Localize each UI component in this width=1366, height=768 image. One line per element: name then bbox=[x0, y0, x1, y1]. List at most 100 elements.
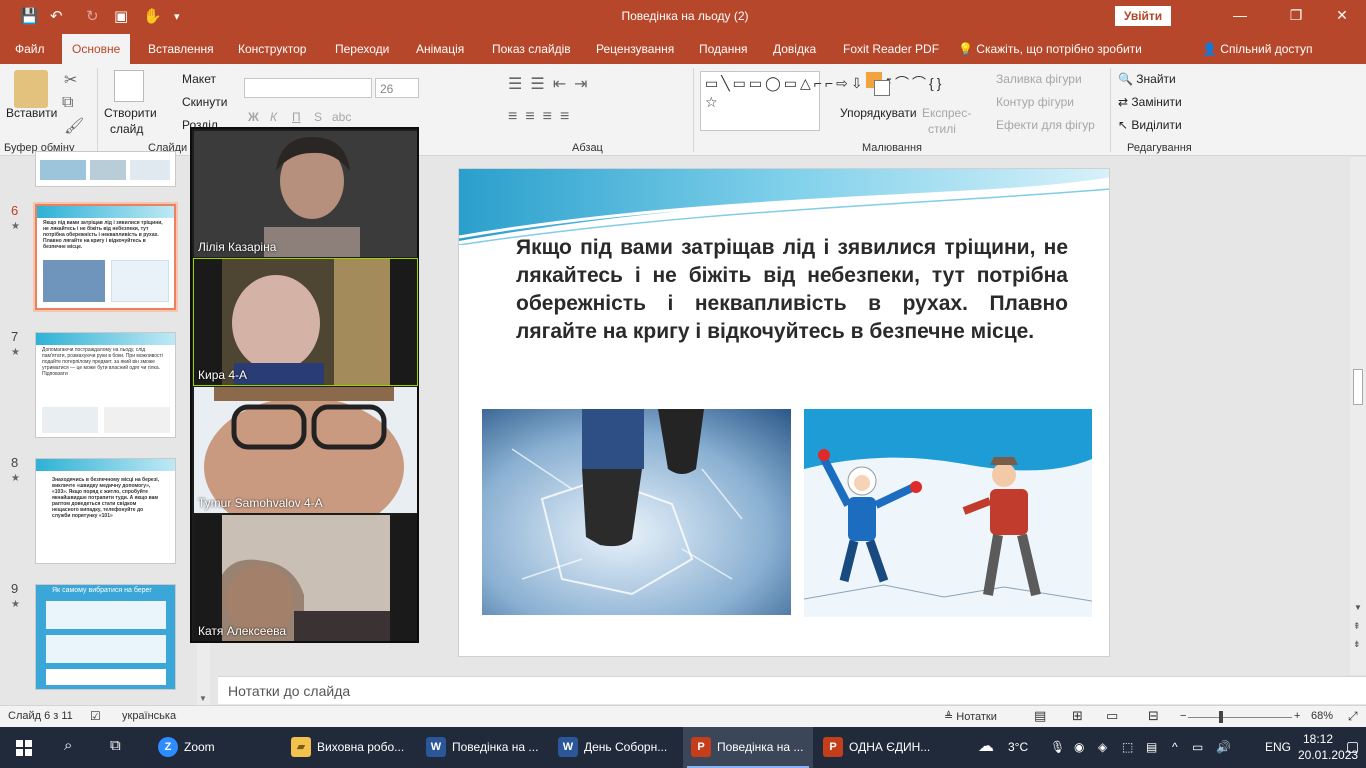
minimize-button[interactable]: — bbox=[1230, 7, 1250, 23]
zoom-out-icon[interactable]: − bbox=[1180, 710, 1186, 722]
task-view-icon[interactable]: ⧉ bbox=[110, 737, 121, 754]
slide-thumbnail-9[interactable]: Як самому вибратися на берег bbox=[35, 584, 176, 690]
search-icon[interactable]: ⌕ bbox=[64, 737, 72, 754]
previous-slide-icon[interactable]: ⇞ bbox=[1353, 621, 1361, 632]
arrange-icon[interactable] bbox=[866, 72, 892, 98]
new-slide-button-line2[interactable]: слайд bbox=[110, 122, 143, 136]
format-painter-icon[interactable]: 🖌 bbox=[64, 116, 84, 136]
zoom-slider[interactable] bbox=[1188, 717, 1292, 718]
shadow-button[interactable]: abc bbox=[332, 110, 351, 124]
tab-foxit[interactable]: Foxit Reader PDF bbox=[843, 42, 939, 56]
tab-file[interactable]: Файл bbox=[15, 42, 45, 56]
shapes-gallery[interactable]: ▭╲▭▭◯▭△⌐⌐⇨⇩⇨↺⌒⌒{}☆ bbox=[700, 71, 941, 131]
font-size-input[interactable]: 26 bbox=[375, 78, 419, 98]
clock-time[interactable]: 18:12 bbox=[1303, 732, 1333, 746]
scrollbar-thumb[interactable] bbox=[1353, 369, 1363, 405]
find-button[interactable]: 🔍 Знайти bbox=[1118, 72, 1176, 86]
quick-styles-button-line2[interactable]: стилі bbox=[928, 122, 956, 136]
next-slide-icon[interactable]: ⇟ bbox=[1353, 639, 1361, 650]
notes-pane[interactable]: Нотатки до слайда bbox=[218, 676, 1366, 704]
zoom-slider-thumb[interactable] bbox=[1219, 711, 1223, 723]
slideshow-view-icon[interactable]: ⊟ bbox=[1148, 708, 1159, 724]
underline-button[interactable]: П bbox=[292, 110, 301, 124]
shape-fill-button[interactable]: Заливка фігури bbox=[996, 72, 1082, 86]
video-tile[interactable]: Лілія Казаріна bbox=[194, 131, 417, 257]
slide-thumbnail-5[interactable] bbox=[35, 151, 176, 187]
shape-effects-button[interactable]: Ефекти для фігур bbox=[996, 118, 1095, 132]
close-button[interactable]: ✕ bbox=[1332, 7, 1352, 24]
italic-button[interactable]: К bbox=[270, 110, 277, 124]
slide-sorter-icon[interactable]: ⊞ bbox=[1072, 708, 1083, 724]
align-icon[interactable]: ≡≡≡≡ bbox=[508, 108, 577, 126]
input-language[interactable]: ENG bbox=[1265, 740, 1291, 754]
video-tile[interactable]: Кира 4-А bbox=[193, 258, 418, 386]
replace-button[interactable]: ⇄ Замінити bbox=[1118, 95, 1182, 109]
tray-app-icon[interactable]: ⬚ bbox=[1122, 740, 1133, 754]
taskbar-powerpoint-active[interactable]: P Поведінка на ... bbox=[683, 727, 813, 768]
quick-styles-button[interactable]: Експрес- bbox=[922, 106, 971, 120]
layout-button[interactable]: Макет bbox=[182, 72, 216, 86]
zoom-video-panel[interactable]: Лілія Казаріна Кира 4-А Tymur Samohvalov… bbox=[190, 127, 419, 643]
microphone-icon[interactable]: 🎙 bbox=[1050, 740, 1065, 754]
touch-mode-icon[interactable]: ✋ bbox=[143, 7, 162, 25]
weather-temp[interactable]: 3°C bbox=[1008, 740, 1028, 754]
taskbar-explorer[interactable]: ▰ Виховна робо... bbox=[283, 727, 413, 768]
chevron-up-icon[interactable]: ^ bbox=[1172, 740, 1178, 754]
slide-canvas[interactable]: Якщо під вами затріщав лід і зявилися тр… bbox=[458, 168, 1110, 657]
font-name-input[interactable] bbox=[244, 78, 372, 98]
zoom-in-icon[interactable]: + bbox=[1294, 710, 1300, 722]
video-tile[interactable]: Tymur Samohvalov 4-A bbox=[194, 387, 417, 513]
slide-thumbnail-7[interactable]: Допомагаючи постраждалому на льоду, слід… bbox=[35, 332, 176, 438]
video-tile[interactable]: Катя Алексеева bbox=[194, 515, 417, 641]
taskbar-word-2[interactable]: W День Соборн... bbox=[550, 727, 680, 768]
zoom-tray-icon[interactable]: ◉ bbox=[1074, 740, 1084, 754]
share-button[interactable]: 👤 Спільний доступ bbox=[1202, 42, 1313, 56]
tab-animations[interactable]: Анімація bbox=[416, 42, 464, 56]
tell-me-search[interactable]: 💡 Скажіть, що потрібно зробити bbox=[958, 42, 1142, 56]
arrange-button[interactable]: Упорядкувати bbox=[840, 106, 917, 120]
paste-button[interactable]: Вставити bbox=[6, 106, 57, 120]
volume-icon[interactable]: 🔊 bbox=[1216, 740, 1231, 754]
tab-slideshow[interactable]: Показ слайдів bbox=[492, 42, 571, 56]
tab-review[interactable]: Рецензування bbox=[596, 42, 674, 56]
tray-app-icon[interactable]: ◈ bbox=[1098, 740, 1107, 754]
shape-outline-button[interactable]: Контур фігури bbox=[996, 95, 1074, 109]
save-icon[interactable]: 💾 bbox=[20, 7, 39, 25]
reset-button[interactable]: Скинути bbox=[182, 95, 227, 109]
taskbar-zoom[interactable]: Z Zoom bbox=[150, 727, 280, 768]
spellcheck-icon[interactable]: ☑ bbox=[90, 709, 101, 723]
network-icon[interactable]: ▭ bbox=[1192, 740, 1203, 754]
slide-thumbnail-8[interactable]: Знаходячись в безпечному місці на березі… bbox=[35, 458, 176, 564]
slide-vertical-scrollbar[interactable]: ▼ ⇞ ⇟ bbox=[1350, 157, 1366, 675]
signin-button[interactable]: Увійти bbox=[1115, 6, 1171, 26]
tray-app-icon[interactable]: ▤ bbox=[1146, 740, 1157, 754]
zoom-level[interactable]: 68% bbox=[1311, 710, 1333, 722]
taskbar-powerpoint-2[interactable]: P ОДНА ЄДИН... bbox=[815, 727, 945, 768]
tab-view[interactable]: Подання bbox=[699, 42, 747, 56]
new-slide-icon[interactable] bbox=[114, 70, 144, 102]
paste-icon[interactable] bbox=[14, 70, 48, 108]
tab-home[interactable]: Основне bbox=[62, 34, 131, 64]
language-indicator[interactable]: українська bbox=[122, 710, 176, 722]
tab-insert[interactable]: Вставлення bbox=[148, 42, 214, 56]
customize-toolbar-icon[interactable]: ▾ bbox=[174, 10, 180, 23]
fit-slide-icon[interactable]: ⤢ bbox=[1348, 709, 1358, 724]
restore-button[interactable]: ❐ bbox=[1286, 7, 1306, 24]
slide-thumbnail-6[interactable]: Якщо під вами затріщав лід і зявилися тр… bbox=[33, 202, 178, 312]
cut-icon[interactable]: ✂ bbox=[64, 70, 77, 90]
reading-view-icon[interactable]: ▭ bbox=[1106, 708, 1118, 724]
notes-toggle-button[interactable]: ≜ Нотатки bbox=[944, 710, 997, 723]
undo-icon[interactable]: ↶ bbox=[50, 7, 63, 25]
taskbar-word-1[interactable]: W Поведінка на ... bbox=[418, 727, 548, 768]
tab-transitions[interactable]: Переходи bbox=[335, 42, 389, 56]
weather-cloud-icon[interactable]: ☁ bbox=[978, 736, 994, 756]
normal-view-icon[interactable]: ▤ bbox=[1034, 708, 1046, 724]
start-button[interactable] bbox=[0, 727, 48, 768]
present-icon[interactable]: ▣ bbox=[114, 7, 128, 25]
copy-icon[interactable]: ⧉ bbox=[62, 94, 73, 112]
tab-design[interactable]: Конструктор bbox=[238, 42, 306, 56]
select-button[interactable]: ↖ Виділити bbox=[1118, 118, 1182, 132]
redo-icon[interactable]: ↻ bbox=[86, 7, 99, 25]
bold-button[interactable]: Ж bbox=[248, 110, 259, 124]
new-slide-button[interactable]: Створити bbox=[104, 106, 157, 120]
